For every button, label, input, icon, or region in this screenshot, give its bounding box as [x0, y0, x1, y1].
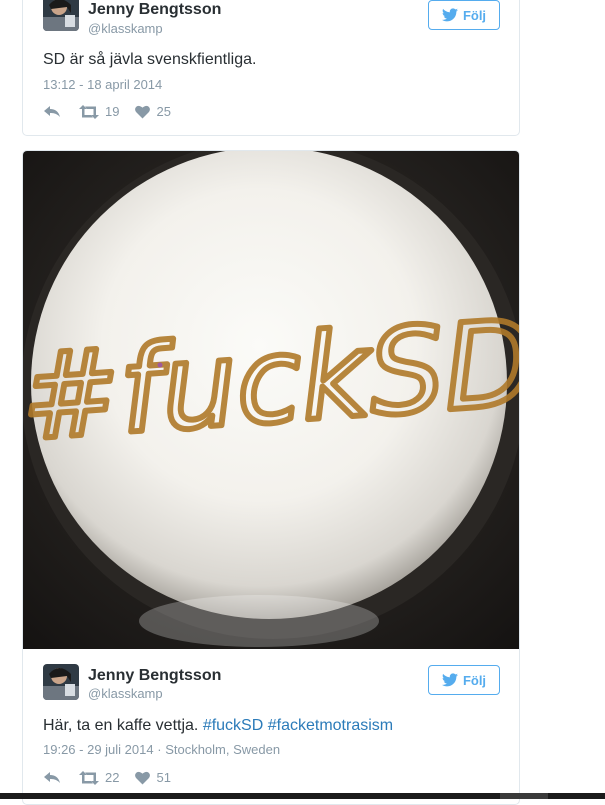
author-handle[interactable]: @klasskamp — [88, 21, 163, 36]
scrollbar-thumb[interactable] — [500, 793, 548, 799]
tweet-actions: 19 25 — [43, 104, 171, 119]
retweet-count: 19 — [105, 104, 120, 119]
tweet-timestamp[interactable]: 13:12 - 18 april 2014 — [43, 77, 162, 92]
author-name[interactable]: Jenny Bengtsson — [88, 1, 221, 19]
like-button[interactable]: 51 — [135, 770, 171, 785]
tweet-photo[interactable]: #fuckSD — [23, 151, 520, 649]
reply-button[interactable] — [43, 771, 61, 785]
like-button[interactable]: 25 — [135, 104, 171, 119]
hashtag-link[interactable]: #fuckSD — [203, 717, 263, 734]
heart-icon — [135, 105, 151, 118]
follow-button[interactable]: Följ — [428, 0, 500, 30]
like-count: 25 — [156, 104, 171, 119]
tweet-meta: 19:26 - 29 juli 2014 · Stockholm, Sweden — [43, 742, 280, 757]
reply-icon — [44, 771, 60, 783]
follow-label: Följ — [462, 7, 487, 23]
like-count: 51 — [156, 770, 171, 785]
twitter-bird-icon — [441, 673, 458, 687]
tweet-location[interactable]: Stockholm, Sweden — [165, 742, 280, 757]
retweet-button[interactable]: 19 — [79, 104, 119, 119]
twitter-bird-icon — [441, 8, 458, 22]
author-handle[interactable]: @klasskamp — [88, 686, 163, 701]
hashtag-link[interactable]: #facketmotrasism — [268, 717, 393, 734]
meta-separator: · — [157, 742, 162, 757]
avatar[interactable] — [43, 0, 79, 31]
heart-icon — [135, 771, 151, 784]
retweet-icon — [79, 104, 99, 119]
tweet-text: SD är så jävla svenskfientliga. — [43, 51, 257, 68]
tweet-actions: 22 51 — [43, 770, 171, 785]
retweet-button[interactable]: 22 — [79, 770, 119, 785]
follow-label: Följ — [462, 672, 487, 688]
author-name[interactable]: Jenny Bengtsson — [88, 667, 221, 685]
tweet-card: #fuckSD Jenny Bengtsson @klasskamp Följ … — [22, 150, 520, 805]
avatar[interactable] — [43, 664, 79, 700]
follow-button[interactable]: Följ — [428, 665, 500, 695]
retweet-count: 22 — [105, 770, 120, 785]
tweet-card: Jenny Bengtsson @klasskamp Följ SD är så… — [22, 0, 520, 136]
tweet-text: Här, ta en kaffe vettja. #fuckSD #facket… — [43, 717, 393, 735]
reply-icon — [44, 105, 60, 117]
horizontal-scrollbar[interactable] — [0, 793, 605, 799]
reply-button[interactable] — [43, 105, 61, 119]
retweet-icon — [79, 770, 99, 785]
tweet-body: Här, ta en kaffe vettja. — [43, 717, 199, 734]
tweet-timestamp[interactable]: 19:26 - 29 juli 2014 — [43, 742, 154, 757]
